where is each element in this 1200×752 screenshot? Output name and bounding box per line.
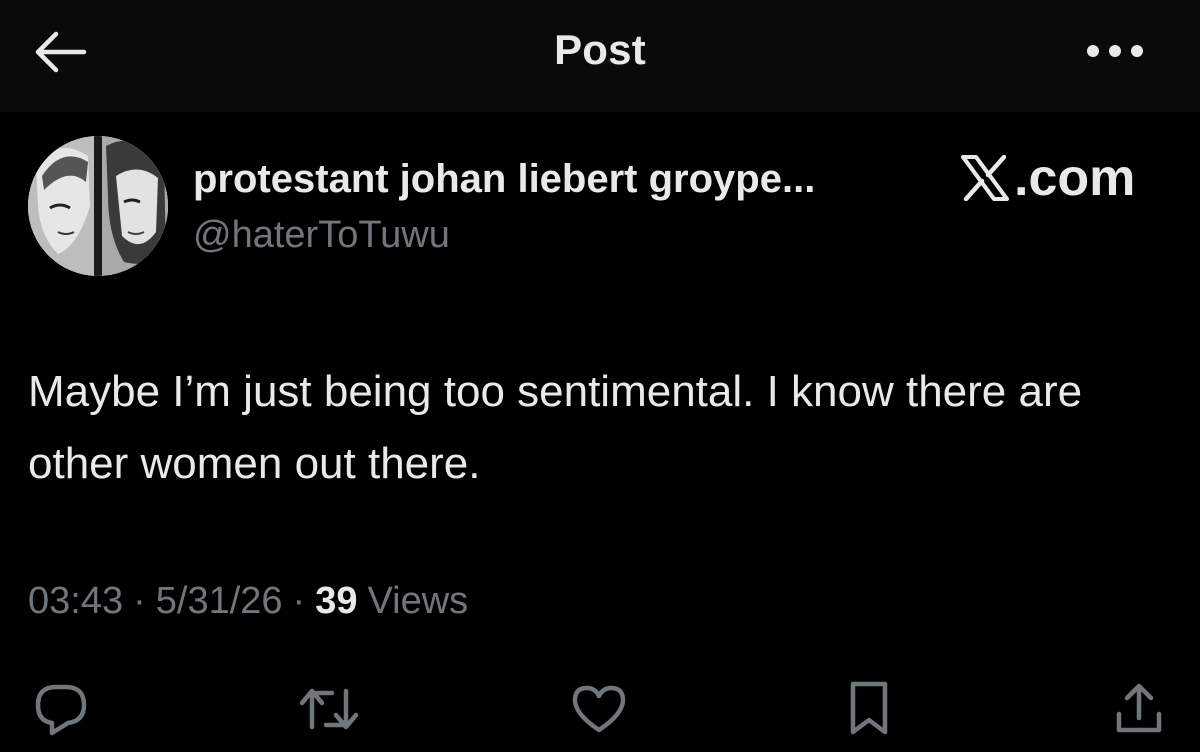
top-bar: Post — [0, 0, 1200, 112]
meta-separator: · — [292, 580, 306, 622]
back-button[interactable] — [28, 22, 92, 82]
meta-separator: · — [133, 580, 146, 622]
tweet-time[interactable]: 03:43 — [28, 580, 123, 623]
tweet-text: Maybe I’m just being too sentimental. I … — [28, 367, 1083, 488]
author-display-name[interactable]: protestant johan liebert groype... — [193, 157, 815, 202]
share-button[interactable] — [1106, 676, 1172, 742]
more-options-button[interactable] — [1080, 26, 1150, 76]
more-horizontal-icon — [1087, 45, 1143, 57]
page-title: Post — [554, 26, 646, 73]
reply-button[interactable] — [28, 676, 94, 742]
views-count[interactable]: 39 — [315, 580, 357, 623]
x-watermark: .com — [960, 148, 1135, 208]
bookmark-button[interactable] — [836, 676, 902, 742]
views-label[interactable]: Views — [367, 580, 468, 623]
share-icon — [1116, 683, 1162, 733]
reply-icon — [35, 684, 87, 736]
author-handle[interactable]: @haterToTuwu — [193, 214, 450, 257]
avatar[interactable] — [28, 136, 168, 276]
avatar-image — [28, 136, 168, 276]
x-logo-icon — [961, 155, 1009, 201]
like-button[interactable] — [566, 676, 632, 742]
watermark-text: .com — [1014, 149, 1136, 207]
tweet-meta: 03:43 · 5/31/26 · 39 Views — [28, 580, 468, 623]
action-bar — [0, 668, 1200, 752]
bookmark-icon — [850, 681, 888, 735]
retweet-button[interactable] — [296, 676, 362, 742]
tweet-date[interactable]: 5/31/26 — [156, 580, 283, 623]
retweet-icon — [299, 688, 359, 730]
arrow-left-icon — [35, 31, 87, 73]
heart-icon — [572, 685, 626, 733]
